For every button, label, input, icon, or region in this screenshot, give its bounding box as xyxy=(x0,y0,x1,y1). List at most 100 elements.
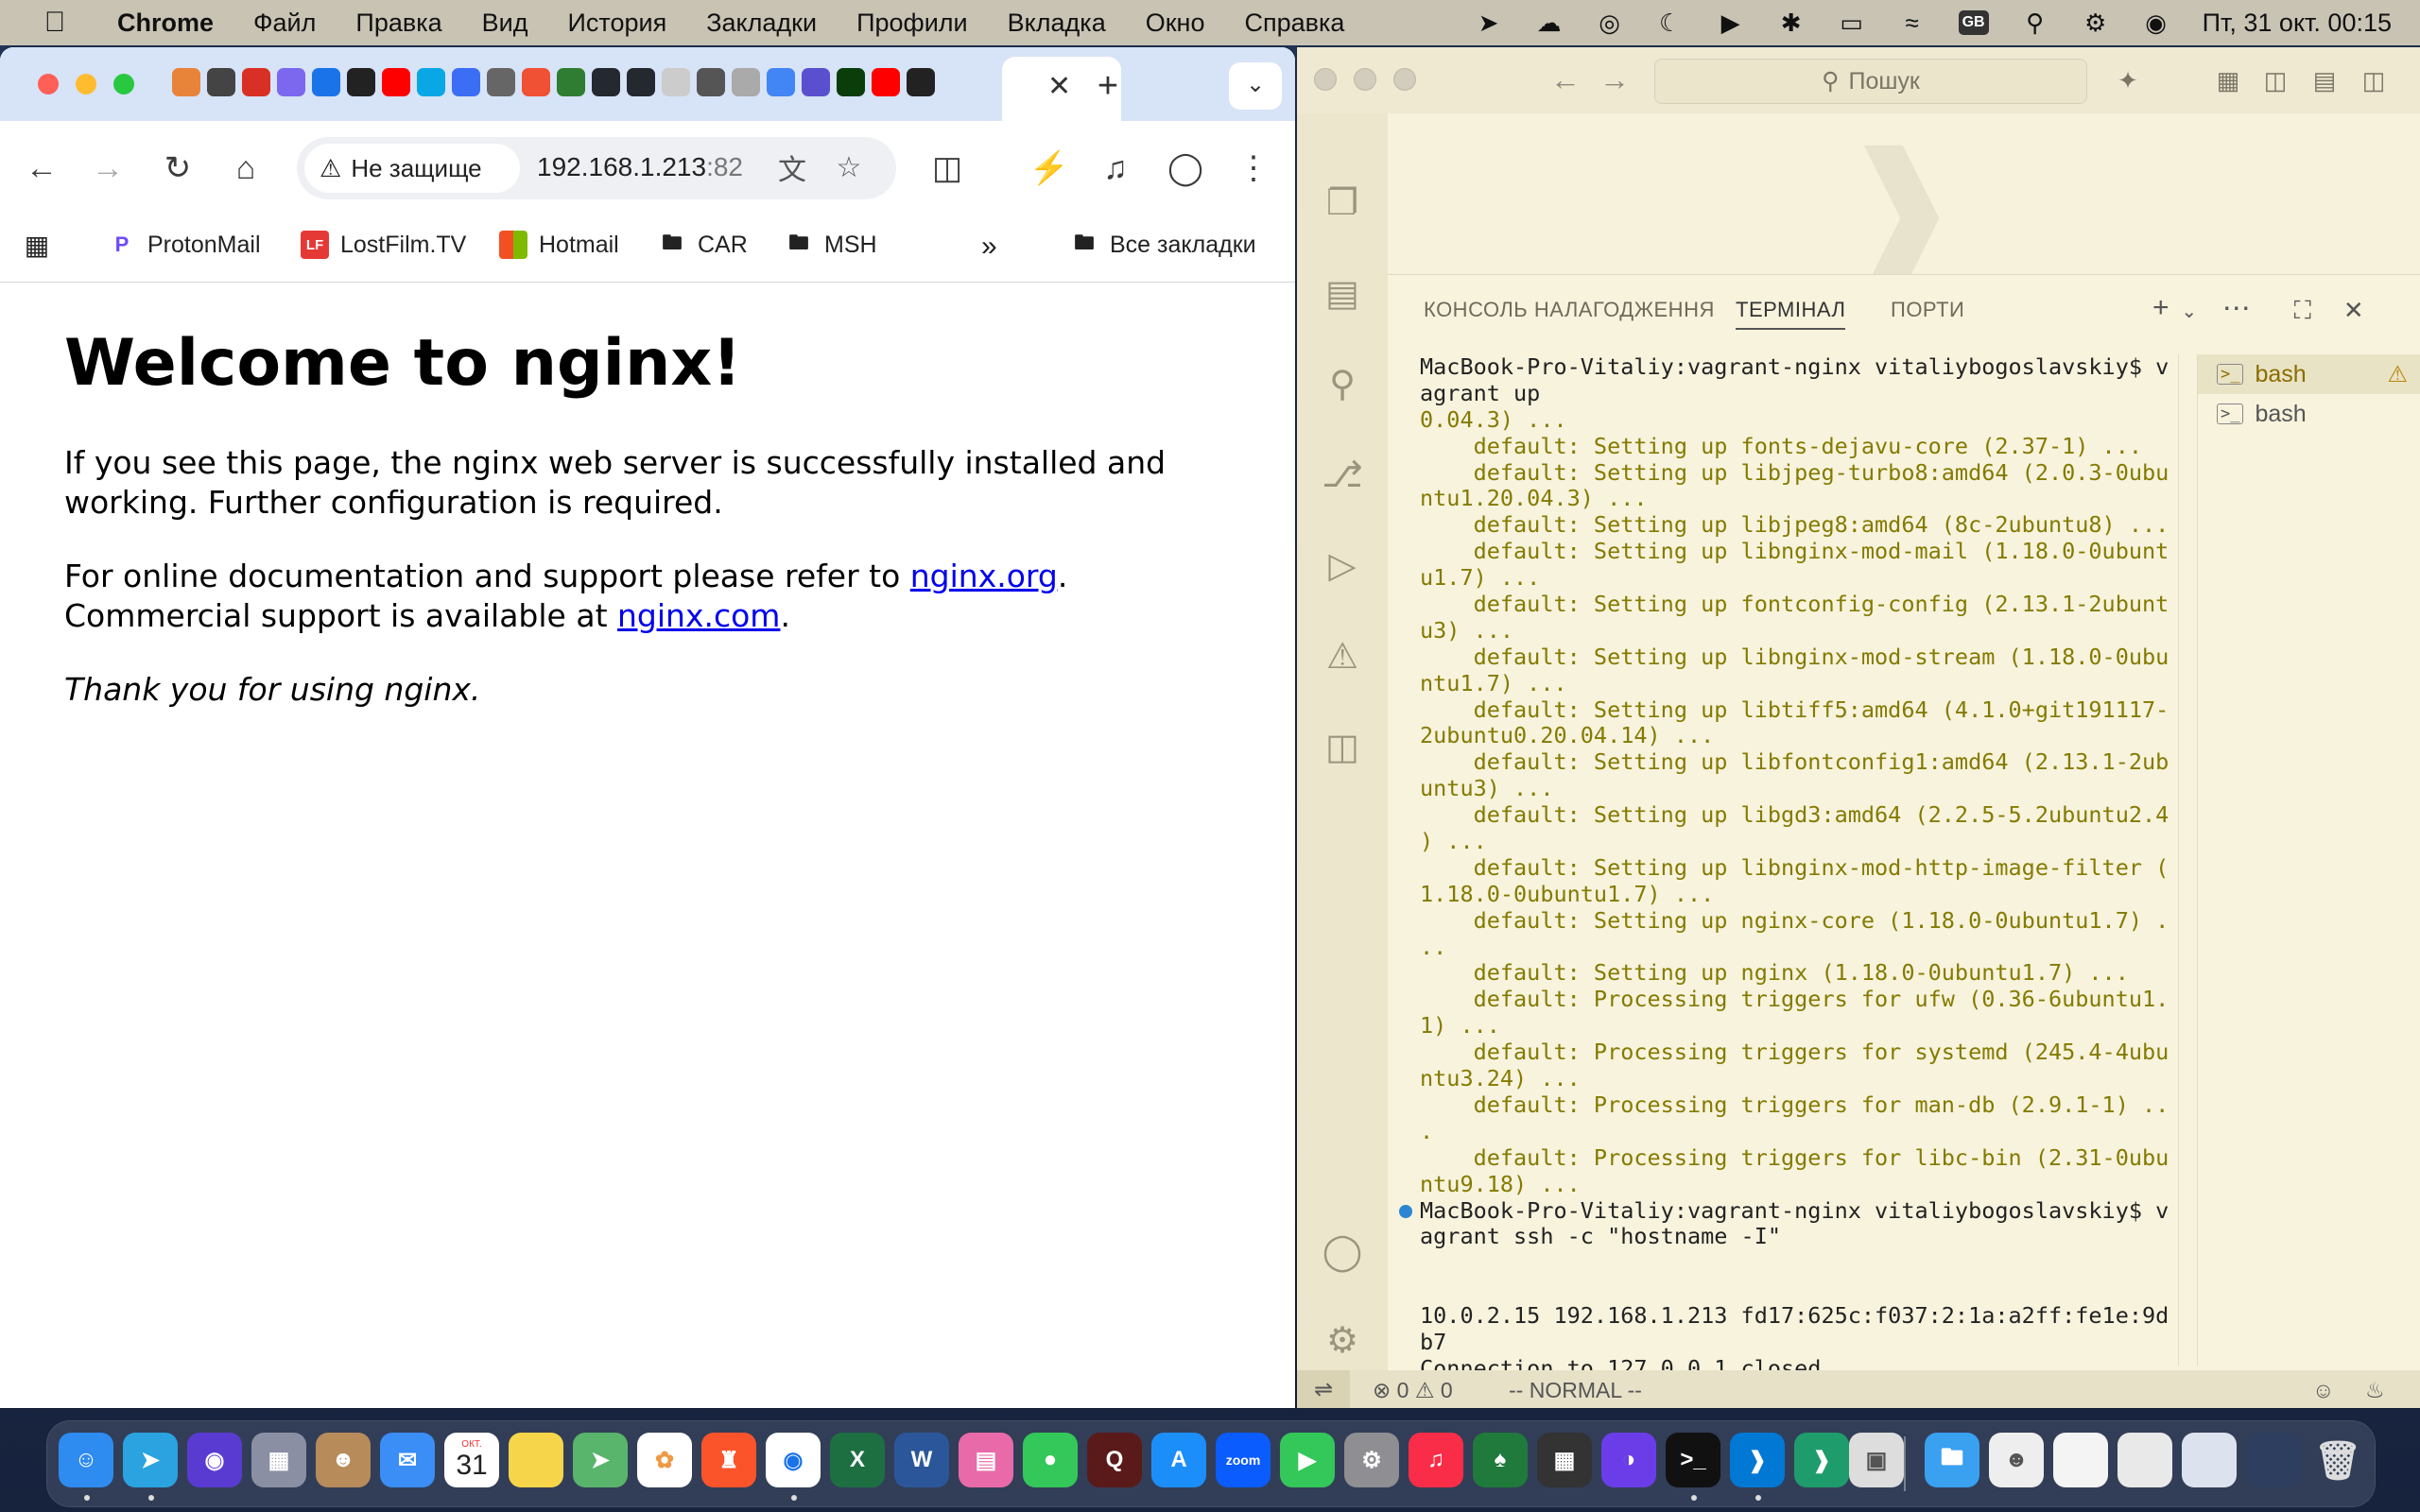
menu-profiles[interactable]: Профили xyxy=(856,9,968,38)
wifi-icon[interactable]: ≈ xyxy=(1898,9,1927,37)
dock-finder-icon[interactable]: ☺ xyxy=(59,1433,113,1487)
vscode-forward-arrow-icon[interactable]: → xyxy=(1596,62,1634,97)
customize-layout-icon[interactable]: ▦ xyxy=(2212,64,2244,96)
dock-recent-window-1-icon[interactable]: ☻ xyxy=(1989,1433,2044,1487)
copilot-status-icon[interactable]: ☺ xyxy=(2312,1378,2334,1403)
dock-chrome-icon[interactable]: ◉ xyxy=(766,1433,821,1487)
search-icon[interactable]: ⚲ xyxy=(1320,361,1365,406)
more-actions-icon[interactable]: ⋯ xyxy=(2220,292,2254,325)
terminal-dropdown-chevron-icon[interactable]: ⌄ xyxy=(2172,300,2206,323)
dock-telegram-icon[interactable]: ➤ xyxy=(123,1433,178,1487)
bookmark-folder-msh[interactable]: 🖿 MSH xyxy=(785,231,877,259)
tab-favicon-17[interactable] xyxy=(732,68,760,96)
all-bookmarks-folder[interactable]: 🖿 Все закладки xyxy=(1070,231,1256,259)
tab-debug-console[interactable]: КОНСОЛЬ НАЛАГОДЖЕННЯ xyxy=(1424,298,1715,322)
address-bar[interactable]: ⚠ Не защище 192.168.1.213:82 文 ☆ xyxy=(297,137,896,199)
menu-edit[interactable]: Правка xyxy=(355,9,441,38)
back-arrow-icon[interactable]: ← xyxy=(19,146,64,191)
battery-icon[interactable]: ▭ xyxy=(1838,9,1866,37)
problems-warning-icon[interactable]: ⚠ xyxy=(1320,633,1365,679)
tab-favicon-2[interactable] xyxy=(207,68,235,96)
tab-youtube-icon[interactable] xyxy=(382,68,410,96)
tab-favicon-16[interactable] xyxy=(697,68,725,96)
explorer-files-icon[interactable]: ❐ xyxy=(1320,180,1365,225)
home-icon[interactable]: ⌂ xyxy=(223,146,268,191)
tab-favicon-22[interactable] xyxy=(907,68,935,96)
terminal-instance-bash-1[interactable]: >_ bash ⚠ xyxy=(2198,354,2420,394)
siri-icon[interactable]: ◉ xyxy=(2142,9,2170,37)
dock-app-store-icon[interactable]: A xyxy=(1151,1433,1206,1487)
close-window-button[interactable] xyxy=(38,74,59,94)
menu-help[interactable]: Справка xyxy=(1244,9,1344,38)
tab-gmail-icon[interactable] xyxy=(242,68,270,96)
dock-calculator-icon[interactable]: ▦ xyxy=(1537,1433,1592,1487)
menu-app-name[interactable]: Chrome xyxy=(117,9,214,38)
tab-favicon-5[interactable] xyxy=(312,68,340,96)
dock-mail-icon[interactable]: ✉ xyxy=(380,1433,435,1487)
apps-grid-icon[interactable]: ▦ xyxy=(23,231,51,260)
tab-favicon-9[interactable] xyxy=(452,68,480,96)
spotlight-search-icon[interactable]: ⚲ xyxy=(2021,9,2049,37)
dock-solitaire-icon[interactable]: ♠ xyxy=(1473,1433,1528,1487)
now-playing-icon[interactable]: ▶ xyxy=(1717,9,1745,37)
close-tab-icon[interactable]: ✕ xyxy=(1047,70,1071,103)
notes-icon[interactable]: ▤ xyxy=(1320,270,1365,316)
maximize-panel-icon[interactable]: ⛶ xyxy=(2286,296,2320,326)
profile-avatar-icon[interactable]: ◯ xyxy=(1163,146,1208,191)
tab-search-chevron-icon[interactable]: ⌄ xyxy=(1229,62,1282,110)
copilot-icon[interactable]: ✦ xyxy=(2112,64,2144,96)
airdrop-icon[interactable]: ◎ xyxy=(1596,9,1624,37)
dock-terminal-icon[interactable]: >_ xyxy=(1666,1433,1720,1487)
menu-file[interactable]: Файл xyxy=(253,9,316,38)
dock-music-icon[interactable]: ♫ xyxy=(1409,1433,1463,1487)
tab-gemini-icon[interactable] xyxy=(767,68,795,96)
dock-keynote-icon[interactable]: ▤ xyxy=(959,1433,1013,1487)
command-center-search[interactable]: ⚲ Пошук xyxy=(1654,59,2087,104)
tab-ports[interactable]: ПОРТИ xyxy=(1891,298,1964,322)
close-panel-icon[interactable]: ✕ xyxy=(2337,296,2371,325)
toggle-panel-icon[interactable]: ▤ xyxy=(2308,64,2341,96)
dock-launchpad-icon[interactable]: ▦ xyxy=(251,1433,306,1487)
dock-contacts-icon[interactable]: ☻ xyxy=(316,1433,371,1487)
dock-recent-window-4-icon[interactable] xyxy=(2182,1433,2237,1487)
dock-quake-icon[interactable]: Q xyxy=(1087,1433,1142,1487)
dock-excel-icon[interactable]: X xyxy=(830,1433,885,1487)
bookmark-folder-car[interactable]: 🖿 CAR xyxy=(658,231,748,259)
tab-favicon-4[interactable] xyxy=(277,68,305,96)
minimize-window-button[interactable] xyxy=(76,74,96,94)
bookmark-hotmail[interactable]: Hotmail xyxy=(499,231,619,259)
new-tab-button[interactable]: + xyxy=(1087,66,1129,107)
dock-vscode-insiders-icon[interactable]: ❱ xyxy=(1794,1433,1849,1487)
nginx-org-link[interactable]: nginx.org xyxy=(910,558,1058,594)
menu-tab[interactable]: Вкладка xyxy=(1008,9,1106,38)
menu-bookmarks[interactable]: Закладки xyxy=(706,9,817,38)
control-center-icon[interactable]: ⚙ xyxy=(2082,9,2110,37)
more-menu-icon[interactable]: ⋮ xyxy=(1231,146,1276,191)
translate-icon[interactable]: 文 xyxy=(773,148,811,186)
command-decoration-filled-icon[interactable] xyxy=(1399,1204,1412,1218)
dock-recent-window-5-icon[interactable] xyxy=(2246,1433,2301,1487)
bookmark-protonmail[interactable]: P ProtonMail xyxy=(108,231,261,259)
dock-trash-icon[interactable]: 🗑 xyxy=(2310,1433,2365,1487)
keyboard-layout-icon[interactable]: GB xyxy=(1958,10,1989,35)
toggle-secondary-sidebar-icon[interactable]: ◫ xyxy=(2358,64,2390,96)
media-queue-icon[interactable]: ♫ xyxy=(1093,146,1138,191)
nginx-com-link[interactable]: nginx.com xyxy=(617,597,780,634)
dock-photos-icon[interactable]: ✿ xyxy=(637,1433,692,1487)
tab-favicon-15[interactable] xyxy=(662,68,690,96)
tab-git-icon[interactable] xyxy=(522,68,550,96)
problems-status[interactable]: ⊗ 0 ⚠ 0 xyxy=(1373,1378,1453,1403)
bookmark-lostfilm[interactable]: LF LostFilm.TV xyxy=(301,231,466,259)
dock-preview-icon[interactable]: ▣ xyxy=(1849,1433,1904,1487)
zoom-window-button[interactable] xyxy=(113,74,134,94)
dock-vscode-icon[interactable]: ❱ xyxy=(1730,1433,1785,1487)
dock-calendar-icon[interactable]: ОКТ. 31 xyxy=(444,1433,499,1487)
dock-maps-icon[interactable]: ➤ xyxy=(573,1433,628,1487)
tab-favicon-19[interactable] xyxy=(802,68,830,96)
url-text[interactable]: 192.168.1.213:82 xyxy=(537,152,743,182)
dock-facetime-icon[interactable]: ▶ xyxy=(1280,1433,1335,1487)
apple-menu-icon[interactable]:  xyxy=(36,7,74,39)
dock-brave-icon[interactable]: ♜ xyxy=(701,1433,756,1487)
menu-history[interactable]: История xyxy=(567,9,666,38)
menubar-clock[interactable]: Пт, 31 окт. 00:15 xyxy=(2203,9,2392,38)
